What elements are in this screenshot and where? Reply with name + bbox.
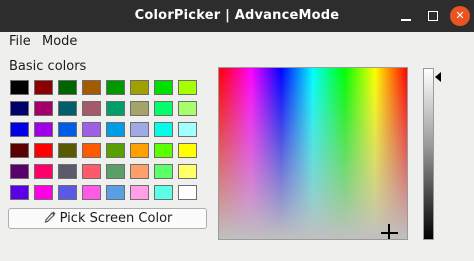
color-swatch[interactable] [154,164,173,179]
color-swatch[interactable] [154,101,173,116]
close-icon: ✕ [455,9,465,22]
basic-colors-label: Basic colors [9,59,87,74]
color-swatch[interactable] [130,122,149,137]
color-swatch[interactable] [82,164,101,179]
eyedropper-icon [44,211,56,223]
menu-file[interactable]: File [9,34,31,49]
color-swatch[interactable] [106,164,125,179]
arrow-left-icon[interactable] [435,72,441,82]
color-spectrum[interactable] [218,67,408,240]
close-button[interactable]: ✕ [450,6,470,26]
color-swatch[interactable] [34,122,53,137]
color-swatch[interactable] [10,164,29,179]
crosshair-vertical-line [388,224,390,239]
color-swatch[interactable] [58,122,77,137]
color-swatch[interactable] [154,143,173,158]
color-swatch[interactable] [58,143,77,158]
color-swatch[interactable] [154,80,173,95]
color-swatch[interactable] [106,80,125,95]
color-swatch[interactable] [10,80,29,95]
minimize-button[interactable] [396,6,416,26]
maximize-button[interactable] [423,6,443,26]
color-swatch[interactable] [34,164,53,179]
color-swatch[interactable] [58,80,77,95]
color-swatch[interactable] [178,80,197,95]
color-swatch[interactable] [58,101,77,116]
menu-bar: File Mode [0,32,474,52]
color-swatch[interactable] [130,80,149,95]
color-picker-window: ColorPicker | AdvanceMode ✕ File Mode Ba… [0,0,474,261]
luminance-slider[interactable] [423,68,434,240]
color-swatch[interactable] [58,164,77,179]
pick-screen-color-label: Pick Screen Color [59,211,173,226]
color-swatch[interactable] [82,185,101,200]
color-swatch[interactable] [34,185,53,200]
color-swatch[interactable] [34,143,53,158]
color-swatch[interactable] [130,164,149,179]
color-swatch[interactable] [178,101,197,116]
maximize-icon [428,11,438,21]
color-swatch[interactable] [82,143,101,158]
color-swatch[interactable] [10,101,29,116]
color-swatch[interactable] [34,80,53,95]
color-swatch[interactable] [82,80,101,95]
color-swatch[interactable] [10,122,29,137]
color-swatch[interactable] [178,143,197,158]
color-swatch[interactable] [34,101,53,116]
color-swatch[interactable] [178,185,197,200]
color-swatch[interactable] [106,143,125,158]
color-swatch[interactable] [106,101,125,116]
minimize-icon [401,19,411,21]
color-swatch[interactable] [58,185,77,200]
color-swatch[interactable] [106,122,125,137]
color-swatch[interactable] [130,101,149,116]
color-swatch[interactable] [178,164,197,179]
color-swatch[interactable] [154,122,173,137]
basic-colors-grid [10,80,200,202]
pick-screen-color-button[interactable]: Pick Screen Color [8,208,207,229]
menu-mode[interactable]: Mode [42,34,77,49]
color-swatch[interactable] [106,185,125,200]
color-swatch[interactable] [130,143,149,158]
color-swatch[interactable] [82,101,101,116]
color-swatch[interactable] [154,185,173,200]
color-swatch[interactable] [10,185,29,200]
color-swatch[interactable] [82,122,101,137]
color-swatch[interactable] [178,122,197,137]
title-bar[interactable]: ColorPicker | AdvanceMode ✕ [0,0,474,32]
color-swatch[interactable] [130,185,149,200]
color-swatch[interactable] [10,143,29,158]
